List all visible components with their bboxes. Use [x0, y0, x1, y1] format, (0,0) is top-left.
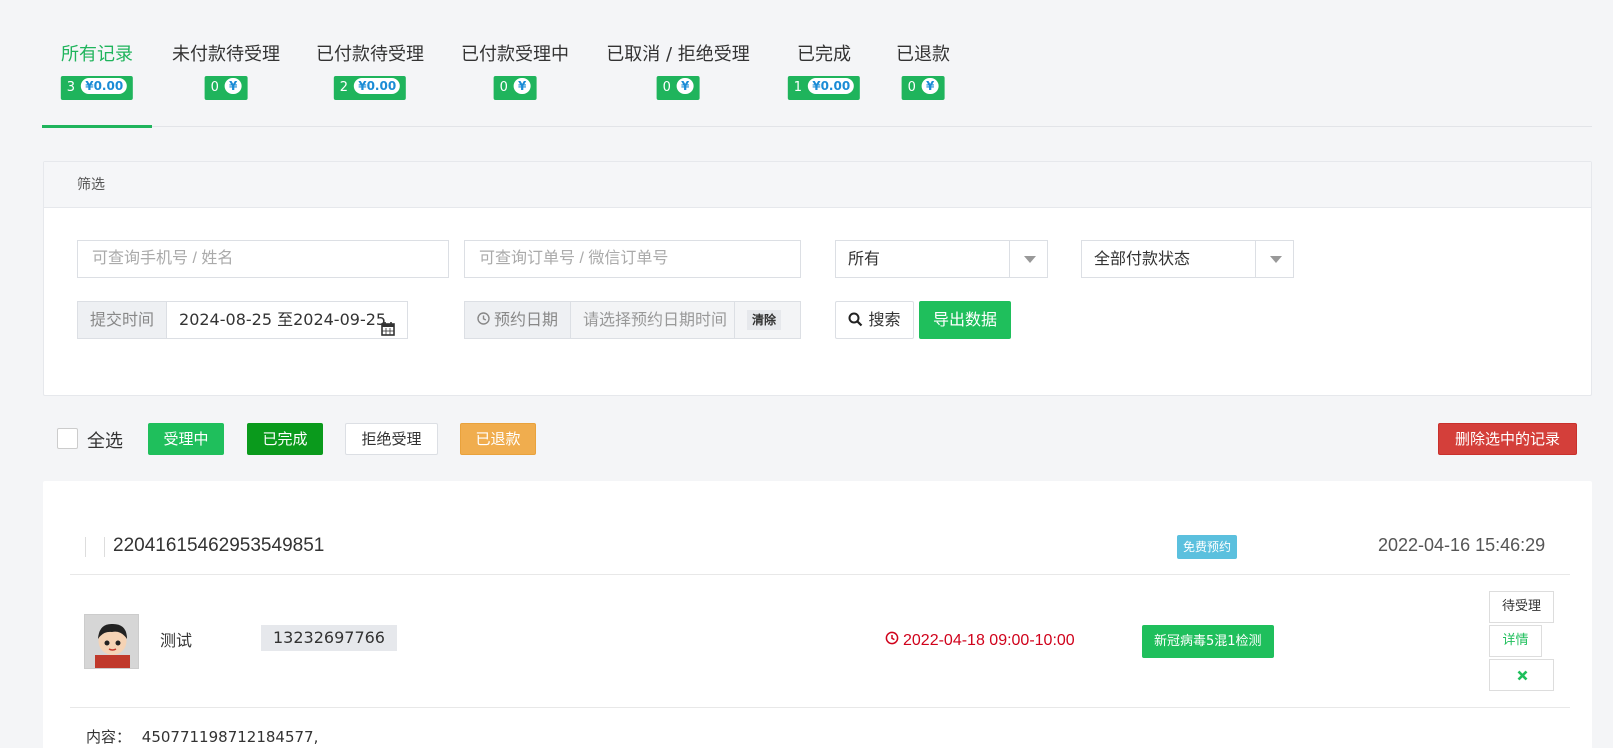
type-select[interactable]: 所有	[835, 240, 1048, 278]
amount: ¥0.00	[81, 78, 128, 94]
payment-status-value: 全部付款状态	[1094, 249, 1191, 268]
tab-unpaid-pending[interactable]: 未付款待受理 0 ¥	[166, 0, 286, 127]
completed-button[interactable]: 已完成	[247, 423, 323, 455]
select-all-label[interactable]: 全选	[87, 427, 123, 453]
chevron-down-icon	[1255, 241, 1293, 277]
tab-label: 已付款受理中	[461, 44, 569, 65]
detail-button[interactable]: 详情	[1489, 625, 1542, 657]
tab-label: 已取消 / 拒绝受理	[606, 44, 750, 65]
tab-label: 所有记录	[61, 44, 133, 65]
amount: ¥	[514, 78, 531, 94]
tab-paid-processing[interactable]: 已付款受理中 0 ¥	[454, 0, 576, 127]
submit-time-value[interactable]: 2024-08-25 至2024-09-25	[167, 302, 398, 338]
tab-refunded[interactable]: 已退款 0 ¥	[888, 0, 958, 127]
submit-time-label: 提交时间	[78, 302, 168, 338]
reject-button[interactable]: 拒绝受理	[345, 423, 438, 455]
clock-icon	[477, 302, 490, 338]
pending-status-button[interactable]: 待受理	[1489, 591, 1554, 623]
submit-time-range[interactable]: 提交时间 2024-08-25 至2024-09-25	[77, 301, 408, 339]
amount: ¥0.00	[354, 78, 401, 94]
booking-date-input[interactable]: 请选择预约日期时间	[571, 302, 734, 338]
status-tabs: 所有记录 3 ¥0.00 未付款待受理 0 ¥ 已付款待受理 2 ¥0.00 已…	[42, 0, 1592, 128]
count: 2	[339, 80, 349, 95]
type-select-value: 所有	[848, 249, 881, 268]
amount: ¥0.00	[808, 78, 855, 94]
refunded-button[interactable]: 已退款	[460, 423, 536, 455]
booking-time: 2022-04-18 09:00-10:00	[885, 631, 1075, 650]
tab-paid-pending[interactable]: 已付款待受理 2 ¥0.00	[310, 0, 430, 127]
count: 3	[66, 80, 76, 95]
count: 0	[662, 80, 671, 95]
count: 0	[499, 80, 508, 95]
tab-count-badge: 0 ¥	[493, 76, 537, 100]
search-label: 搜索	[868, 310, 901, 329]
close-icon	[1517, 670, 1528, 685]
booking-date-label: 预约日期	[494, 310, 559, 329]
content-row: 内容： 450771198712184577,	[86, 726, 318, 747]
order-number: 22041615462953549851	[113, 535, 325, 556]
created-time: 2022-04-16 15:46:29	[1378, 535, 1546, 555]
chevron-down-icon	[1009, 241, 1047, 277]
tab-label: 已付款待受理	[316, 44, 424, 65]
tab-label: 未付款待受理	[172, 44, 280, 65]
active-tab-underline	[42, 125, 152, 128]
avatar	[84, 614, 139, 669]
select-all-checkbox[interactable]	[57, 428, 78, 449]
processing-button[interactable]: 受理中	[148, 423, 224, 455]
export-data-button[interactable]: 导出数据	[919, 301, 1011, 339]
clock-icon	[885, 631, 899, 650]
divider	[70, 707, 1570, 708]
customer-name: 测试	[160, 631, 193, 650]
tab-completed[interactable]: 已完成 1 ¥0.00	[784, 0, 864, 127]
amount: ¥	[225, 78, 242, 94]
amount: ¥	[677, 78, 694, 94]
count: 1	[793, 80, 803, 95]
clear-wrapper: 清除	[734, 302, 793, 338]
content-label: 内容：	[86, 728, 132, 746]
count: 0	[907, 80, 916, 95]
order-number-search-input[interactable]: 可查询订单号 / 微信订单号	[464, 240, 801, 278]
tab-cancelled-rejected[interactable]: 已取消 / 拒绝受理 0 ¥	[598, 0, 758, 127]
delete-selected-button[interactable]: 删除选中的记录	[1438, 423, 1577, 455]
payment-status-select[interactable]: 全部付款状态	[1081, 240, 1294, 278]
content-value: 450771198712184577,	[141, 728, 319, 746]
tab-label: 已完成	[797, 44, 851, 65]
tab-count-badge: 3 ¥0.00	[60, 76, 134, 100]
tab-all-records[interactable]: 所有记录 3 ¥0.00	[42, 0, 152, 128]
tab-count-badge: 0 ¥	[204, 76, 248, 100]
count: 0	[210, 80, 219, 95]
close-button[interactable]	[1489, 659, 1554, 691]
divider	[85, 537, 86, 557]
tab-count-badge: 0 ¥	[901, 76, 945, 100]
search-icon	[848, 304, 863, 340]
tab-count-badge: 0 ¥	[656, 76, 700, 100]
tab-label: 已退款	[896, 44, 950, 65]
booking-time-value: 2022-04-18 09:00-10:00	[903, 631, 1075, 649]
filter-title: 筛选	[44, 162, 1591, 208]
booking-date-addon: 预约日期	[465, 302, 572, 338]
phone-number: 13232697766	[261, 625, 397, 651]
search-button[interactable]: 搜索	[835, 301, 914, 339]
free-booking-tag: 免费预约	[1177, 535, 1238, 559]
filter-panel: 筛选	[43, 161, 1592, 396]
divider	[104, 537, 105, 557]
clear-button[interactable]: 清除	[747, 310, 782, 330]
phone-name-search-input[interactable]: 可查询手机号 / 姓名	[77, 240, 449, 278]
amount: ¥	[922, 78, 939, 94]
service-tag: 新冠病毒5混1检测	[1142, 625, 1274, 658]
calendar-icon[interactable]	[381, 313, 395, 336]
tab-count-badge: 1 ¥0.00	[787, 76, 861, 100]
booking-date-range[interactable]: 预约日期 请选择预约日期时间 清除	[464, 301, 801, 339]
tab-count-badge: 2 ¥0.00	[333, 76, 407, 100]
divider	[70, 574, 1570, 575]
